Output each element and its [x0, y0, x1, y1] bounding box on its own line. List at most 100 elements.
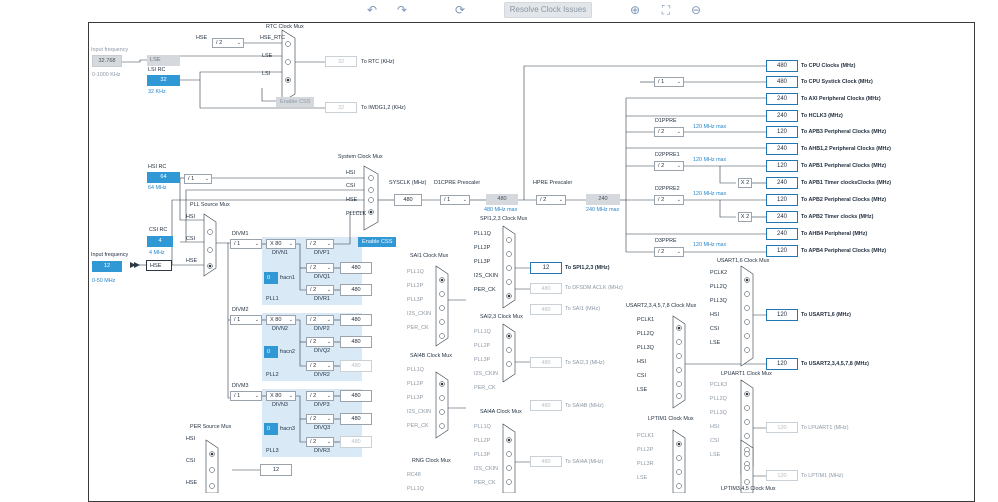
sai4a-input-0: PLL1Q: [474, 424, 491, 430]
pll3-divr-select[interactable]: / 2 ⌄: [306, 437, 334, 447]
hsi-divider-select[interactable]: / 1 ⌄: [184, 174, 212, 184]
d3ppre-select[interactable]: / 2 ⌄: [654, 247, 684, 257]
spi123-output-value: 12: [530, 262, 562, 274]
pll1-divm-label: DIVM1: [232, 231, 249, 237]
hse-frequency-field[interactable]: 12: [92, 261, 122, 272]
output-clock-value[interactable]: 240: [766, 228, 798, 240]
output-clock-label: To AHB4 Peripheral (MHz): [801, 231, 868, 237]
pll-source-hsi-label: HSI: [186, 214, 195, 220]
rtc-lse-label: LSE: [262, 53, 273, 59]
sysclk-label: SYSCLK (MHz): [389, 180, 427, 186]
sysclk-enable-css-button[interactable]: Enable CSS: [358, 237, 397, 247]
pll3-name: PLL3: [266, 448, 279, 454]
pll-source-csi-label: CSI: [186, 236, 195, 242]
sysclk-pllclk-label: PLLCLK: [346, 211, 367, 217]
output-clock-value[interactable]: 480: [766, 76, 798, 88]
pll1-divq-label: DIVQ1: [314, 274, 331, 280]
output-clock-value[interactable]: 480: [766, 60, 798, 72]
pll2-divr-select[interactable]: / 2 ⌄: [306, 361, 334, 371]
sai1-input-2: PLL3P: [407, 297, 424, 303]
usart16-input-0: PCLK2: [710, 270, 728, 276]
usart16-input-1: PLL2Q: [710, 284, 727, 290]
lpuart1-input-1: PLL2Q: [710, 396, 727, 402]
pll1-divp-select[interactable]: / 2 ⌄: [306, 239, 334, 249]
pll2-p-output: 480: [340, 314, 372, 326]
pll3-divp-select[interactable]: / 2 ⌄: [306, 391, 334, 401]
csi-rc-value: 4: [147, 236, 173, 247]
sai23-output-label: To SAI2,3 (MHz): [565, 360, 605, 366]
output-clock-value[interactable]: 240: [766, 211, 798, 223]
sai4a-input-2: PLL3P: [474, 452, 491, 458]
pll3-fracn-value[interactable]: 0: [264, 423, 278, 435]
lpuart1-input-4: CSI: [710, 438, 719, 444]
output-clock-label: To CPU Clocks (MHz): [801, 63, 856, 69]
systick-divider-select[interactable]: / 1 ⌄: [654, 77, 684, 87]
lsi-rc-value: 32: [147, 75, 180, 86]
pll3-divm-select[interactable]: / 1 ⌄: [230, 391, 262, 401]
pll2-divq-label: DIVQ2: [314, 348, 331, 354]
pll3-r-output: 480: [340, 436, 372, 448]
lptim1-output-value: 120: [766, 470, 798, 481]
pll2-divp-select[interactable]: / 2 ⌄: [306, 315, 334, 325]
pll1-fracn-label: fracn1: [280, 275, 295, 281]
output-clock-value[interactable]: 120: [766, 245, 798, 257]
d1ppre-max-label: 120 MHz max: [693, 124, 727, 130]
sysclk-csi-label: CSI: [346, 183, 355, 189]
output-clock-value[interactable]: 240: [766, 177, 798, 189]
sysclk-value[interactable]: 480: [394, 194, 422, 206]
output-clock-value[interactable]: 240: [766, 143, 798, 155]
rtc-enable-css-button[interactable]: Enable CSS: [276, 97, 315, 107]
lpuart1-output-value: 120: [766, 422, 798, 433]
apb2-timer-multiplier: X 2: [738, 212, 752, 222]
lpuart1-mux-title: LPUART1 Clock Mux: [721, 371, 772, 377]
lpuart1-input-5: LSE: [710, 452, 721, 458]
d1cpre-max-label: 480 MHz max: [484, 207, 518, 213]
iwdg-output-value: 32: [325, 102, 357, 113]
pll1-divr-select[interactable]: / 2 ⌄: [306, 285, 334, 295]
d2ppre2-select[interactable]: / 2 ⌄: [654, 195, 684, 205]
pll2-divm-label: DIVM2: [232, 307, 249, 313]
output-clock-value[interactable]: 120: [766, 194, 798, 206]
usart23-input-5: LSE: [637, 387, 648, 393]
pll-source-hse-label: HSE: [186, 258, 198, 264]
output-clock-value[interactable]: 120: [766, 126, 798, 138]
pll3-divr-label: DIVR3: [314, 448, 330, 454]
output-clock-label: To AHB1,2 Peripheral Clocks (MHz): [801, 146, 891, 152]
pll2-name: PLL2: [266, 372, 279, 378]
usart16-input-2: PLL3Q: [710, 298, 727, 304]
pll1-divm-select[interactable]: / 1 ⌄: [230, 239, 262, 249]
sai23-input-0: PLL1Q: [474, 329, 491, 335]
pll3-divn-select[interactable]: X 80 ⌄: [266, 391, 296, 401]
pll2-divr-label: DIVR2: [314, 372, 330, 378]
d1ppre-select[interactable]: / 2 ⌄: [654, 127, 684, 137]
pll1-fracn-value[interactable]: 0: [264, 272, 278, 284]
output-clock-label: To APB4 Peripheral Clocks (MHz): [801, 248, 887, 254]
rtc-lsi-label: LSI: [262, 71, 271, 77]
pll2-divn-label: DIVN2: [272, 326, 288, 332]
spi123-input-3: I2S_CKIN: [474, 273, 498, 279]
sai4b-output-value: 480: [530, 400, 562, 411]
d2ppre1-select[interactable]: / 2 ⌄: [654, 161, 684, 171]
hpre-select[interactable]: / 2 ⌄: [536, 195, 566, 205]
usart23-mux-title: USART2,3,4,5,7,8 Clock Mux: [626, 303, 697, 309]
output-clock-label: To APB1 Peripheral Clocks (MHz): [801, 163, 887, 169]
pll2-divm-select[interactable]: / 1 ⌄: [230, 315, 262, 325]
usart23-input-4: CSI: [637, 373, 646, 379]
output-clock-value[interactable]: 240: [766, 110, 798, 122]
lse-frequency-field[interactable]: 32.768: [92, 55, 122, 67]
sai23-output-value: 480: [530, 357, 562, 368]
output-clock-value[interactable]: 240: [766, 93, 798, 105]
sai1-input-1: PLL2P: [407, 283, 424, 289]
rtc-hse-divider-select[interactable]: / 2 ⌄: [212, 38, 244, 48]
d1cpre-label: D1CPRE Prescaler: [434, 180, 481, 186]
d1cpre-select[interactable]: / 1 ⌄: [440, 195, 470, 205]
pll2-divn-select[interactable]: X 80 ⌄: [266, 315, 296, 325]
output-clock-value[interactable]: 120: [766, 160, 798, 172]
pll1-divn-select[interactable]: X 80 ⌄: [266, 239, 296, 249]
pll1-divq-select[interactable]: / 2 ⌄: [306, 263, 334, 273]
pll2-divq-select[interactable]: / 2 ⌄: [306, 337, 334, 347]
lptim1-input-2: PLL3R: [637, 461, 654, 467]
sai4a-input-4: PER_CK: [474, 480, 496, 486]
pll2-fracn-value[interactable]: 0: [264, 346, 278, 358]
pll3-divq-select[interactable]: / 2 ⌄: [306, 414, 334, 424]
